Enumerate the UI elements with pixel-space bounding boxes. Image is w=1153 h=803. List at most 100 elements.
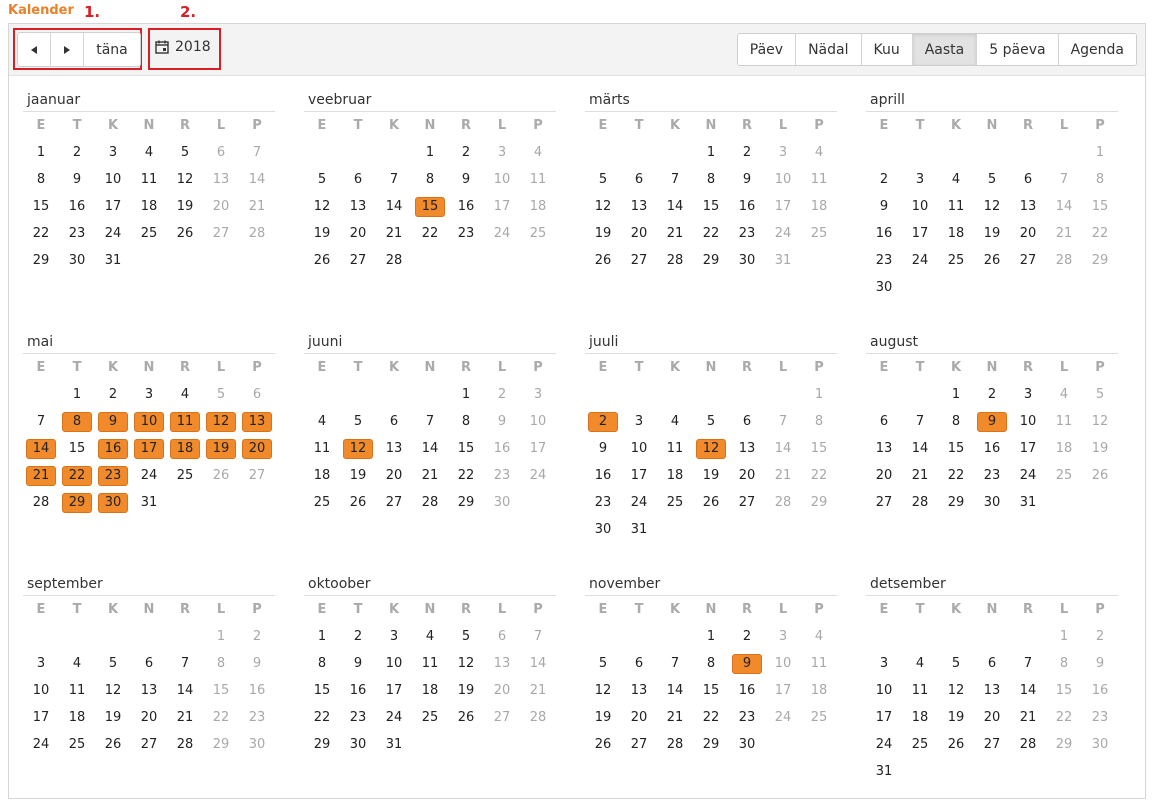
- day-cell[interactable]: 21: [657, 704, 693, 731]
- day-cell[interactable]: 2: [95, 381, 131, 408]
- day-cell[interactable]: 15: [1046, 677, 1082, 704]
- day-cell[interactable]: 28: [23, 489, 59, 516]
- day-cell-event[interactable]: 22: [59, 462, 95, 489]
- day-cell[interactable]: 5: [974, 166, 1010, 193]
- day-cell[interactable]: 30: [866, 274, 902, 301]
- day-cell[interactable]: 21: [412, 462, 448, 489]
- day-cell[interactable]: 12: [585, 193, 621, 220]
- day-cell[interactable]: 12: [938, 677, 974, 704]
- day-cell[interactable]: 15: [693, 677, 729, 704]
- day-cell[interactable]: 18: [1046, 435, 1082, 462]
- day-cell[interactable]: 17: [95, 193, 131, 220]
- month-name[interactable]: juuni: [304, 334, 556, 354]
- day-cell[interactable]: 16: [239, 677, 275, 704]
- day-cell[interactable]: 4: [801, 139, 837, 166]
- day-cell[interactable]: 3: [23, 650, 59, 677]
- day-cell[interactable]: 6: [484, 623, 520, 650]
- day-cell[interactable]: 22: [693, 704, 729, 731]
- day-cell[interactable]: 21: [902, 462, 938, 489]
- day-cell[interactable]: 16: [1082, 677, 1118, 704]
- day-cell[interactable]: 28: [657, 731, 693, 758]
- day-cell[interactable]: 2: [729, 139, 765, 166]
- month-name[interactable]: mai: [23, 334, 275, 354]
- day-cell[interactable]: 1: [59, 381, 95, 408]
- day-cell[interactable]: 1: [203, 623, 239, 650]
- day-cell[interactable]: 11: [412, 650, 448, 677]
- day-cell[interactable]: 28: [167, 731, 203, 758]
- day-cell[interactable]: 26: [1082, 462, 1118, 489]
- day-cell[interactable]: 27: [239, 462, 275, 489]
- day-cell[interactable]: 3: [1010, 381, 1046, 408]
- day-cell[interactable]: 27: [1010, 247, 1046, 274]
- day-cell[interactable]: 29: [693, 731, 729, 758]
- day-cell[interactable]: 7: [520, 623, 556, 650]
- day-cell[interactable]: 23: [340, 704, 376, 731]
- day-cell[interactable]: 18: [801, 677, 837, 704]
- day-cell[interactable]: 1: [1046, 623, 1082, 650]
- day-cell[interactable]: 14: [376, 193, 412, 220]
- day-cell[interactable]: 7: [1046, 166, 1082, 193]
- day-cell[interactable]: 30: [1082, 731, 1118, 758]
- day-cell[interactable]: 24: [131, 462, 167, 489]
- day-cell[interactable]: 10: [765, 166, 801, 193]
- day-cell[interactable]: 5: [585, 650, 621, 677]
- day-cell[interactable]: 11: [1046, 408, 1082, 435]
- month-name[interactable]: oktoober: [304, 576, 556, 596]
- day-cell[interactable]: 8: [448, 408, 484, 435]
- day-cell[interactable]: 2: [239, 623, 275, 650]
- day-cell[interactable]: 28: [657, 247, 693, 274]
- view-button-4[interactable]: 5 päeva: [977, 34, 1059, 65]
- day-cell[interactable]: 3: [621, 408, 657, 435]
- day-cell[interactable]: 15: [801, 435, 837, 462]
- day-cell[interactable]: 26: [203, 462, 239, 489]
- day-cell[interactable]: 18: [304, 462, 340, 489]
- day-cell[interactable]: 5: [304, 166, 340, 193]
- day-cell[interactable]: 26: [585, 247, 621, 274]
- view-button-5[interactable]: Agenda: [1058, 34, 1136, 65]
- day-cell[interactable]: 11: [59, 677, 95, 704]
- day-cell[interactable]: 20: [1010, 220, 1046, 247]
- day-cell[interactable]: 7: [412, 408, 448, 435]
- day-cell[interactable]: 12: [974, 193, 1010, 220]
- day-cell[interactable]: 19: [95, 704, 131, 731]
- day-cell[interactable]: 5: [203, 381, 239, 408]
- day-cell[interactable]: 2: [1082, 623, 1118, 650]
- day-cell[interactable]: 3: [866, 650, 902, 677]
- day-cell[interactable]: 21: [657, 220, 693, 247]
- day-cell[interactable]: 22: [801, 462, 837, 489]
- day-cell[interactable]: 31: [131, 489, 167, 516]
- day-cell[interactable]: 16: [340, 677, 376, 704]
- day-cell[interactable]: 22: [938, 462, 974, 489]
- day-cell[interactable]: 31: [95, 247, 131, 274]
- day-cell[interactable]: 5: [167, 139, 203, 166]
- day-cell[interactable]: 12: [95, 677, 131, 704]
- day-cell[interactable]: 20: [621, 220, 657, 247]
- day-cell[interactable]: 18: [938, 220, 974, 247]
- day-cell[interactable]: 3: [376, 623, 412, 650]
- day-cell[interactable]: 4: [902, 650, 938, 677]
- day-cell[interactable]: 25: [801, 704, 837, 731]
- day-cell[interactable]: 21: [1010, 704, 1046, 731]
- day-cell[interactable]: 2: [59, 139, 95, 166]
- day-cell[interactable]: 27: [729, 489, 765, 516]
- day-cell[interactable]: 20: [484, 677, 520, 704]
- day-cell[interactable]: 12: [167, 166, 203, 193]
- day-cell-event[interactable]: 29: [59, 489, 95, 516]
- day-cell[interactable]: 25: [131, 220, 167, 247]
- day-cell[interactable]: 1: [1082, 139, 1118, 166]
- prev-button[interactable]: [18, 33, 51, 66]
- day-cell[interactable]: 16: [729, 677, 765, 704]
- day-cell[interactable]: 22: [203, 704, 239, 731]
- day-cell[interactable]: 25: [304, 489, 340, 516]
- day-cell-event[interactable]: 20: [239, 435, 275, 462]
- day-cell[interactable]: 4: [801, 623, 837, 650]
- day-cell[interactable]: 7: [765, 408, 801, 435]
- day-cell[interactable]: 13: [974, 677, 1010, 704]
- day-cell[interactable]: 17: [765, 677, 801, 704]
- day-cell[interactable]: 21: [520, 677, 556, 704]
- day-cell[interactable]: 30: [340, 731, 376, 758]
- day-cell[interactable]: 29: [23, 247, 59, 274]
- day-cell[interactable]: 17: [765, 193, 801, 220]
- day-cell[interactable]: 21: [376, 220, 412, 247]
- month-name[interactable]: veebruar: [304, 92, 556, 112]
